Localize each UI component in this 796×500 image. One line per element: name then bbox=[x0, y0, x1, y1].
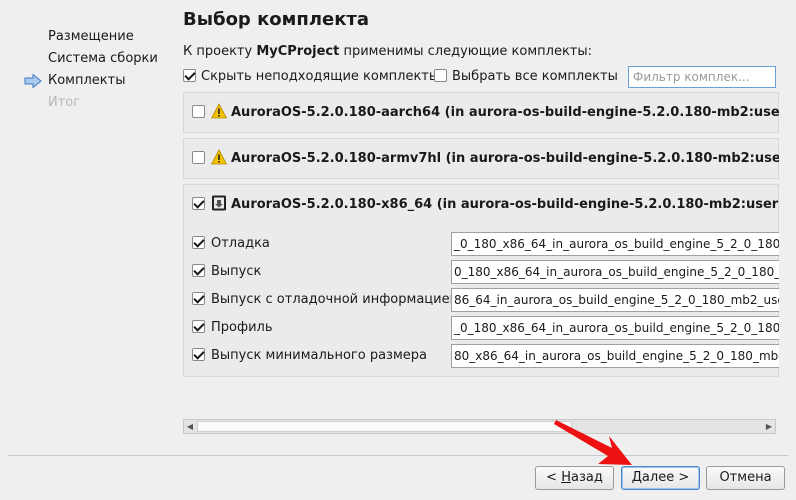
annotation-arrow-icon bbox=[554, 420, 632, 465]
kit-checkbox[interactable] bbox=[192, 151, 205, 164]
divider bbox=[8, 455, 788, 456]
build-path-field[interactable]: 86_64_in_aurora_os_build_engine_5_2_0_18… bbox=[451, 288, 779, 312]
current-step-arrow-icon bbox=[24, 74, 42, 88]
build-config-checkbox[interactable] bbox=[192, 236, 205, 249]
wizard-steps: Размещение Система сборки Комплекты Итог bbox=[24, 26, 158, 114]
cancel-button[interactable]: Отмена bbox=[706, 466, 785, 490]
build-path-field[interactable]: 80_x86_64_in_aurora_os_build_engine_5_2_… bbox=[451, 344, 779, 368]
project-name: MyCProject bbox=[256, 44, 340, 59]
horizontal-scrollbar[interactable]: ◀ ▶ bbox=[183, 419, 776, 434]
intro-text: К проекту MyCProject применимы следующие… bbox=[183, 44, 593, 59]
kit-row: AuroraOS-5.2.0.180-aarch64 (in aurora-os… bbox=[183, 92, 779, 133]
warning-icon bbox=[211, 149, 227, 165]
step-kits: Комплекты bbox=[24, 70, 158, 92]
kit-checkbox[interactable] bbox=[192, 105, 205, 118]
kit-row: AuroraOS-5.2.0.180-armv7hl (in aurora-os… bbox=[183, 138, 779, 179]
build-config-checkbox[interactable] bbox=[192, 264, 205, 277]
build-config-minsizerel[interactable]: Выпуск минимального размера bbox=[192, 344, 427, 368]
build-path-field[interactable]: _0_180_x86_64_in_aurora_os_build_engine_… bbox=[451, 316, 779, 340]
kit-filter-input[interactable] bbox=[628, 66, 776, 88]
step-placement: Размещение bbox=[48, 29, 134, 44]
scroll-right-icon[interactable]: ▶ bbox=[763, 421, 775, 433]
scrollbar-thumb[interactable] bbox=[197, 421, 572, 432]
kit-row-expanded: AuroraOS-5.2.0.180-x86_64 (in aurora-os-… bbox=[183, 184, 779, 377]
device-icon bbox=[212, 195, 226, 211]
build-config-debug[interactable]: Отладка bbox=[192, 232, 270, 256]
build-config-checkbox[interactable] bbox=[192, 320, 205, 333]
page-title: Выбор комплекта bbox=[183, 9, 370, 30]
build-config-release[interactable]: Выпуск bbox=[192, 260, 261, 284]
build-config-relwithdebinfo[interactable]: Выпуск с отладочной информацией bbox=[192, 288, 458, 312]
hide-unsuitable-checkbox[interactable]: Скрыть неподходящие комплекты bbox=[183, 68, 439, 86]
select-all-checkbox[interactable]: Выбрать все комплекты bbox=[434, 68, 618, 86]
kit-header[interactable]: AuroraOS-5.2.0.180-x86_64 (in aurora-os-… bbox=[192, 195, 779, 214]
build-path-field[interactable]: _0_180_x86_64_in_aurora_os_build_engine_… bbox=[451, 232, 779, 256]
build-path-field[interactable]: 0_180_x86_64_in_aurora_os_build_engine_5… bbox=[451, 260, 779, 284]
kit-header[interactable]: AuroraOS-5.2.0.180-armv7hl (in aurora-os… bbox=[192, 149, 779, 168]
build-config-checkbox[interactable] bbox=[192, 348, 205, 361]
build-config-profile[interactable]: Профиль bbox=[192, 316, 273, 340]
warning-icon bbox=[211, 103, 227, 119]
step-build-system: Система сборки bbox=[48, 51, 158, 66]
select-all-check[interactable] bbox=[434, 69, 447, 82]
kits-scroll-area: AuroraOS-5.2.0.180-aarch64 (in aurora-os… bbox=[183, 92, 779, 416]
kit-header[interactable]: AuroraOS-5.2.0.180-aarch64 (in aurora-os… bbox=[192, 103, 779, 122]
step-summary: Итог bbox=[48, 95, 81, 110]
scroll-left-icon[interactable]: ◀ bbox=[184, 421, 196, 433]
kit-checkbox[interactable] bbox=[192, 197, 205, 210]
hide-unsuitable-check[interactable] bbox=[183, 69, 196, 82]
build-config-checkbox[interactable] bbox=[192, 292, 205, 305]
